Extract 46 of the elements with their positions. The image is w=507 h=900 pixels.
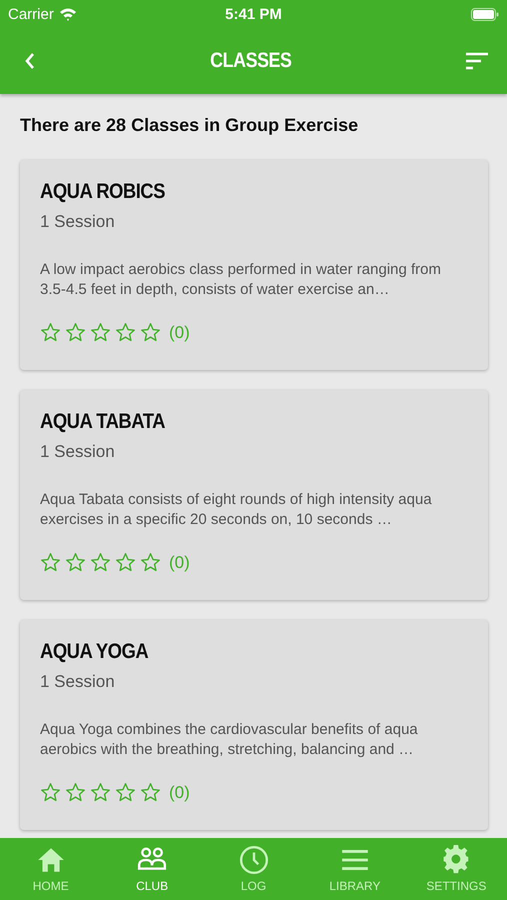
- back-icon: [24, 52, 36, 70]
- session-count: 1 Session: [40, 212, 116, 232]
- sort-icon: [465, 52, 489, 70]
- star-icon[interactable]: [140, 782, 161, 803]
- tab-bar-item[interactable]: LIBRARY: [304, 838, 406, 900]
- classes-count-heading: There are 28 Classes in Group Exercise: [20, 115, 360, 136]
- tab-bar-item[interactable]: CLUB: [101, 838, 203, 900]
- class-description: Aqua Yoga combines the cardiovascular benefits of aqua aerobics with the breathing, stretching, balancing and …: [40, 720, 419, 760]
- session-count: 1 Session: [40, 672, 116, 692]
- star-icon[interactable]: [115, 322, 136, 343]
- class-name: AQUA TABATA: [40, 410, 165, 434]
- star-icon[interactable]: [40, 552, 61, 573]
- tab-bar-item[interactable]: LOG: [202, 838, 304, 900]
- clock-time: 5:41 PM: [224, 6, 283, 22]
- tab-bar-item[interactable]: HOME: [0, 838, 102, 900]
- back-button[interactable]: [24, 52, 36, 70]
- star-icon[interactable]: [140, 322, 161, 343]
- rating-count: (0): [169, 322, 190, 342]
- carrier-label: Carrier: [8, 6, 54, 22]
- rating-count: (0): [169, 552, 190, 572]
- star-icon[interactable]: [40, 322, 61, 343]
- star-icon[interactable]: [65, 782, 86, 803]
- star-icon[interactable]: [115, 552, 136, 573]
- class-description: A low impact aerobics class performed in water ranging from 3.5-4.5 feet in depth, consists of water exercise an…: [40, 260, 442, 300]
- tab-bar-item[interactable]: SETTINGS: [406, 838, 507, 900]
- battery-icon: [471, 8, 500, 20]
- star-icon[interactable]: [65, 322, 86, 343]
- class-card[interactable]: AQUA YOGA 1 Session Aqua Yoga combines the cardiovascular benefits of aqua aerobics with the breathing, stretching, balancing and … (0): [20, 620, 488, 830]
- session-count: 1 Session: [40, 442, 116, 462]
- wifi-icon: [58, 7, 77, 21]
- class-description: Aqua Tabata consists of eight rounds of high intensity aqua exercises in a specific 20 seconds on, 10 seconds …: [40, 490, 433, 530]
- class-name: AQUA ROBICS: [40, 180, 165, 204]
- star-icon[interactable]: [115, 782, 136, 803]
- star-icon[interactable]: [90, 782, 111, 803]
- class-card[interactable]: AQUA TABATA 1 Session Aqua Tabata consists of eight rounds of high intensity aqua exercises in a specific 20 seconds on, 10 seconds … (0): [20, 390, 488, 600]
- star-icon[interactable]: [65, 552, 86, 573]
- rating-count: (0): [169, 782, 190, 802]
- star-icon[interactable]: [90, 552, 111, 573]
- star-icon[interactable]: [140, 552, 161, 573]
- class-card[interactable]: AQUA ROBICS 1 Session A low impact aerobics class performed in water ranging from 3.5-4.5 feet in depth, consists of water exercise an… (0): [20, 160, 488, 370]
- screen-title: CLASSES: [210, 49, 292, 73]
- clock-icon: [238, 845, 269, 875]
- sort-button[interactable]: [465, 52, 489, 70]
- star-icon[interactable]: [90, 322, 111, 343]
- star-icon[interactable]: [40, 782, 61, 803]
- class-name: AQUA YOGA: [40, 640, 148, 664]
